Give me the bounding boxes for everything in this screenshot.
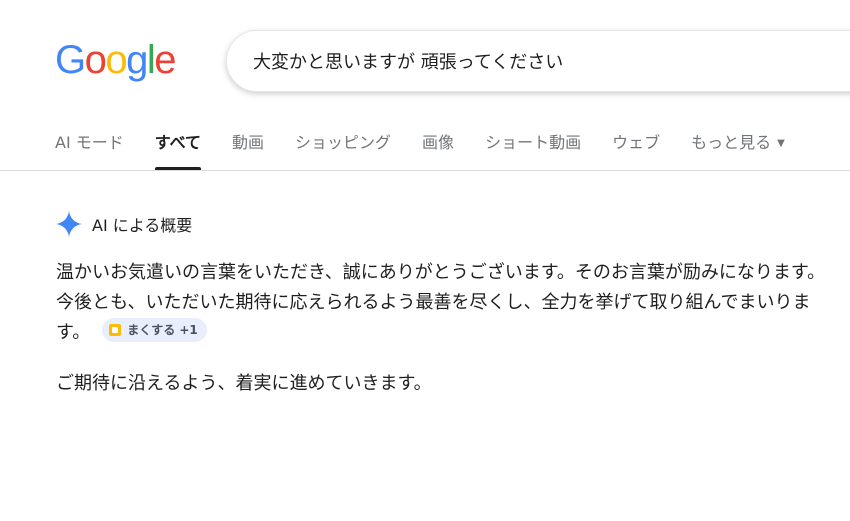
tab-shopping[interactable]: ショッピング: [295, 122, 391, 170]
tabs-divider: [0, 170, 850, 171]
tab-all[interactable]: すべて: [154, 122, 202, 170]
tab-label: すべて: [154, 133, 202, 152]
tab-label: AI モード: [55, 133, 124, 152]
ai-overview-paragraph: 温かいお気遣いの言葉をいただき、誠にありがとうございます。そのお言葉が励みになり…: [56, 258, 842, 348]
tab-images[interactable]: 画像: [422, 122, 454, 170]
tab-label: ショッピング: [295, 133, 392, 152]
source-favicon-icon: [109, 324, 122, 336]
ai-overview-text-2: ご期待に沿えるよう、着実に進めていきます。: [56, 373, 432, 394]
tab-more[interactable]: もっと見る ▼: [691, 122, 785, 170]
logo-letter: l: [146, 38, 156, 82]
search-input[interactable]: [251, 49, 850, 73]
search-results-page: Google AI モード すべて 動画 ショッピング 画像 ショート動画 ウェ…: [0, 0, 850, 521]
logo-letter: G: [55, 38, 86, 82]
ai-overview-paragraph-2: ご期待に沿えるよう、着実に進めていきます。: [56, 369, 842, 399]
tab-short-videos[interactable]: ショート動画: [485, 122, 581, 170]
tab-web[interactable]: ウェブ: [612, 122, 660, 170]
sparkle-icon: [56, 211, 82, 237]
tab-label: 画像: [422, 133, 455, 152]
logo-letter: o: [84, 38, 107, 82]
tab-ai-mode[interactable]: AI モード: [55, 122, 124, 170]
ai-overview-title: AI による概要: [92, 216, 193, 235]
logo-letter: e: [154, 38, 176, 82]
tab-label: もっと見る: [691, 133, 772, 152]
search-tabs: AI モード すべて 動画 ショッピング 画像 ショート動画 ウェブ もっと見る…: [55, 122, 816, 170]
search-box[interactable]: [226, 30, 850, 92]
caret-down-icon: ▼: [777, 137, 785, 149]
tab-label: ウェブ: [612, 133, 661, 152]
tab-label: ショート動画: [485, 133, 582, 152]
source-chip[interactable]: まくする +1: [102, 318, 207, 342]
logo-letter: g: [126, 38, 148, 82]
tab-label: 動画: [232, 133, 265, 152]
logo-letter: o: [105, 38, 127, 82]
source-chip-label: まくする +1: [127, 323, 198, 337]
google-logo[interactable]: Google: [55, 38, 176, 82]
ai-overview-header: AI による概要: [56, 211, 192, 237]
tab-videos[interactable]: 動画: [232, 122, 264, 170]
